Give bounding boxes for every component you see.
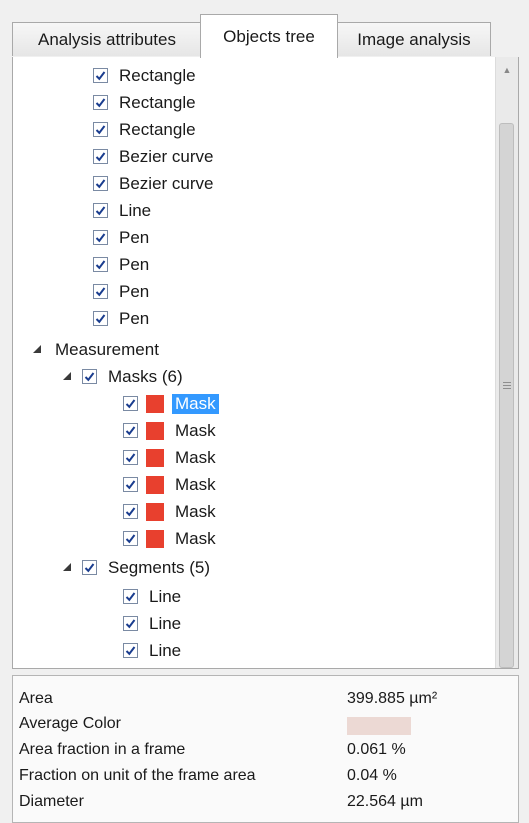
property-row-area: Area 399.885 µm² [19, 688, 514, 710]
checkbox[interactable] [93, 203, 108, 218]
mask-color-swatch [146, 421, 164, 440]
property-row-average-color: Average Color [19, 713, 514, 735]
checkbox[interactable] [123, 477, 138, 492]
property-name: Diameter [19, 793, 84, 810]
vertical-scrollbar[interactable]: ▲ [495, 57, 518, 668]
checkbox[interactable] [93, 230, 108, 245]
property-name: Average Color [19, 715, 121, 732]
tree-item[interactable]: Pen [93, 224, 152, 251]
tree-item-label: Line [119, 200, 152, 220]
property-value: 0.04 % [347, 767, 397, 784]
checkbox[interactable] [123, 396, 138, 411]
mask-label: Mask [175, 447, 216, 467]
segment-label: Line [149, 586, 182, 606]
checkbox[interactable] [93, 257, 108, 272]
property-value: 0.061 % [347, 741, 406, 758]
tab-objects-tree[interactable]: Objects tree [200, 14, 338, 58]
tree-node-masks[interactable]: Masks (6) [63, 363, 186, 390]
checkbox[interactable] [123, 589, 138, 604]
property-value: 399.885 µm² [347, 690, 438, 707]
mask-item[interactable]: Mask [123, 525, 219, 552]
segment-item[interactable]: Line [123, 583, 184, 610]
checkbox[interactable] [93, 95, 108, 110]
tree-node-label: Segments (5) [108, 557, 211, 577]
tree-item[interactable]: Rectangle [93, 89, 199, 116]
checkbox[interactable] [123, 504, 138, 519]
mask-color-swatch [146, 502, 164, 521]
tree-item-label: Pen [119, 308, 150, 328]
checkbox[interactable] [123, 450, 138, 465]
mask-label: Mask [175, 528, 216, 548]
grip-icon [503, 382, 511, 391]
mask-item[interactable]: Mask [123, 444, 219, 471]
checkbox[interactable] [123, 531, 138, 546]
mask-color-swatch [146, 529, 164, 548]
mask-label: Mask [175, 420, 216, 440]
properties-panel: Area 399.885 µm² Average Color Area frac… [12, 675, 519, 823]
mask-item[interactable]: Mask [123, 417, 219, 444]
property-row-fraction-unit: Fraction on unit of the frame area 0.04 … [19, 765, 514, 787]
tree-node-segments[interactable]: Segments (5) [63, 554, 213, 581]
mask-item[interactable]: Mask [123, 498, 219, 525]
checkbox[interactable] [123, 643, 138, 658]
checkbox[interactable] [123, 616, 138, 631]
tree-item-label: Pen [119, 281, 150, 301]
tree-item-label: Bezier curve [119, 173, 214, 193]
property-row-area-fraction: Area fraction in a frame 0.061 % [19, 739, 514, 761]
checkbox[interactable] [93, 122, 108, 137]
mask-color-swatch [146, 448, 164, 467]
tree-item-label: Bezier curve [119, 146, 214, 166]
tree-item[interactable]: Pen [93, 278, 152, 305]
expand-arrow-icon[interactable] [63, 562, 74, 573]
checkbox[interactable] [82, 560, 97, 575]
expand-arrow-icon[interactable] [63, 371, 74, 382]
segment-item[interactable]: Line [123, 637, 184, 664]
property-value: 22.564 µm [347, 793, 423, 810]
segment-label: Line [149, 613, 182, 633]
mask-label: Mask [175, 474, 216, 494]
average-color-swatch [347, 717, 411, 735]
tree-node-label: Measurement [55, 339, 159, 359]
mask-color-swatch [146, 475, 164, 494]
expand-arrow-icon[interactable] [33, 344, 44, 355]
tree-item[interactable]: Rectangle [93, 116, 199, 143]
tab-analysis-attributes[interactable]: Analysis attributes [12, 22, 202, 56]
checkbox[interactable] [93, 284, 108, 299]
property-row-diameter: Diameter 22.564 µm [19, 791, 514, 813]
tree-item-label: Pen [119, 227, 150, 247]
checkbox[interactable] [93, 68, 108, 83]
tree-item[interactable]: Bezier curve [93, 143, 216, 170]
tree-item-label: Pen [119, 254, 150, 274]
checkbox[interactable] [82, 369, 97, 384]
tree-node-label: Masks (6) [108, 366, 183, 386]
mask-item[interactable]: Mask [123, 471, 219, 498]
checkbox[interactable] [93, 176, 108, 191]
mask-color-swatch [146, 394, 164, 413]
property-name: Fraction on unit of the frame area [19, 767, 256, 784]
objects-tree-panel: Rectangle Rectangle Rectangle Bezier cur… [12, 57, 519, 669]
tree-item-label: Rectangle [119, 119, 196, 139]
tree-item[interactable]: Line [93, 197, 154, 224]
mask-label: Mask [175, 501, 216, 521]
segment-item[interactable]: Line [123, 610, 184, 637]
mask-label: Mask [172, 393, 219, 414]
checkbox[interactable] [93, 311, 108, 326]
property-name: Area fraction in a frame [19, 741, 186, 758]
checkbox[interactable] [123, 423, 138, 438]
segment-label: Line [149, 640, 182, 660]
tab-image-analysis[interactable]: Image analysis [337, 22, 491, 56]
mask-item[interactable]: Mask [123, 390, 219, 417]
tree-item[interactable]: Rectangle [93, 62, 199, 89]
checkbox[interactable] [93, 149, 108, 164]
property-name: Area [19, 690, 53, 707]
tree-item[interactable]: Bezier curve [93, 170, 216, 197]
scrollbar-thumb[interactable] [499, 123, 514, 668]
tree-node-measurement[interactable]: Measurement [33, 336, 162, 363]
tree-item-label: Rectangle [119, 65, 196, 85]
tree-item-label: Rectangle [119, 92, 196, 112]
tab-strip: Analysis attributes Objects tree Image a… [0, 0, 529, 58]
tree-item[interactable]: Pen [93, 305, 152, 332]
scroll-up-arrow-icon[interactable]: ▲ [496, 65, 518, 83]
tree-item[interactable]: Pen [93, 251, 152, 278]
